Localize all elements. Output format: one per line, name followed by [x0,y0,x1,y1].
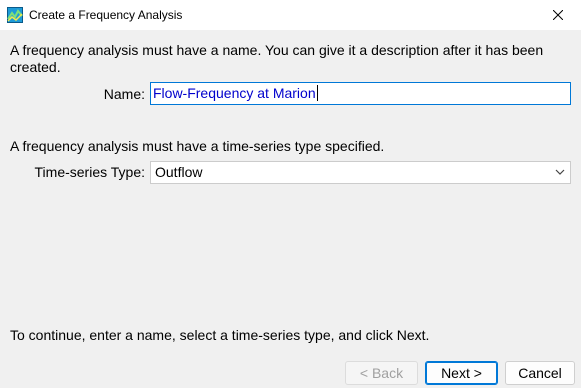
name-label: Name: [103,86,145,102]
name-field[interactable]: Flow-Frequency at Marion [150,82,571,105]
frequency-analysis-app-icon [7,7,23,23]
back-button[interactable]: < Back [345,361,418,385]
time-series-type-select[interactable]: Outflow [150,161,571,184]
text-caret [316,85,318,101]
name-field-value: Flow-Frequency at Marion [153,85,316,101]
name-required-message: A frequency analysis must have a name. Y… [10,42,544,75]
time-series-required-message: A frequency analysis must have a time-se… [10,138,385,154]
close-icon [553,10,563,20]
title-bar[interactable]: Create a Frequency Analysis [0,0,581,30]
next-button[interactable]: Next > [425,361,498,385]
window-title: Create a Frequency Analysis [29,8,183,22]
time-series-type-value: Outflow [155,164,203,180]
create-frequency-analysis-dialog: Create a Frequency Analysis A frequency … [0,0,581,388]
chevron-down-icon [555,169,565,175]
time-series-type-label: Time-series Type: [34,164,145,180]
instructions-message: To continue, enter a name, select a time… [10,327,430,343]
close-button[interactable] [535,0,581,30]
cancel-button[interactable]: Cancel [505,361,575,385]
